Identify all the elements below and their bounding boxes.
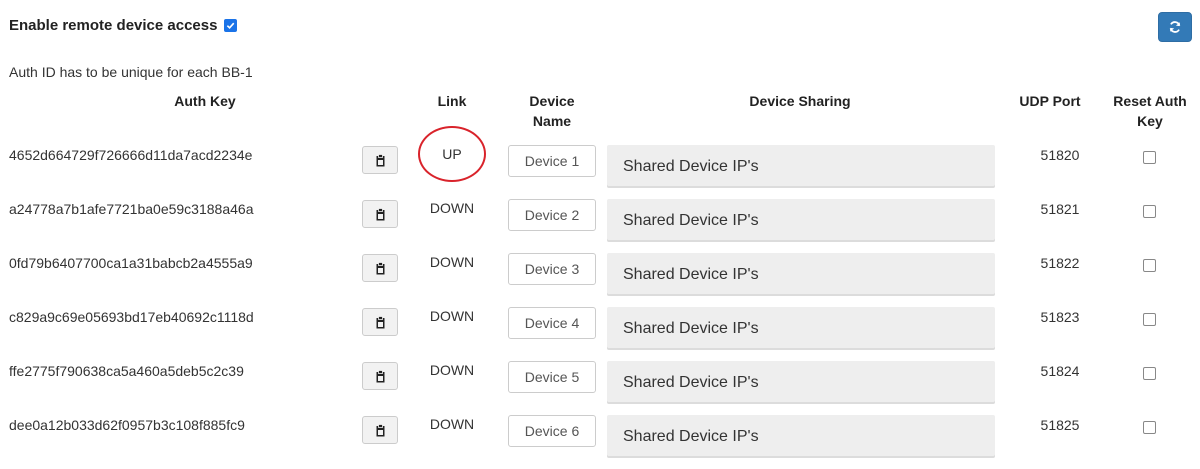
reset-auth-key-checkbox[interactable] <box>1143 205 1156 218</box>
enable-remote-access-checkbox[interactable] <box>224 19 238 32</box>
header-device-name-line2: Name <box>532 113 572 129</box>
auth-key-value: c829a9c69e05693bd17eb40692c1118d <box>9 309 254 325</box>
link-status: DOWN <box>429 416 475 432</box>
udp-port-value: 51822 <box>1040 255 1080 271</box>
link-status: DOWN <box>429 200 475 216</box>
header-udp-port: UDP Port <box>1019 93 1081 109</box>
header-reset-auth-key: Reset Auth Key <box>1100 91 1200 131</box>
refresh-button[interactable] <box>1158 12 1192 42</box>
udp-port-value: 51821 <box>1040 201 1080 217</box>
auth-key-value: dee0a12b033d62f0957b3c108f885fc9 <box>9 417 245 433</box>
device-name-input[interactable] <box>508 415 596 447</box>
copy-key-button[interactable] <box>362 362 398 390</box>
reset-auth-key-checkbox[interactable] <box>1143 421 1156 434</box>
reset-auth-key-checkbox[interactable] <box>1143 313 1156 326</box>
clipboard-icon <box>376 315 384 328</box>
device-name-input[interactable] <box>508 307 596 339</box>
link-status: DOWN <box>429 308 475 324</box>
clipboard-icon <box>376 423 384 436</box>
device-name-input[interactable] <box>508 199 596 231</box>
copy-key-button[interactable] <box>362 200 398 228</box>
auth-key-value: 4652d664729f726666d11da7acd2234e <box>9 147 253 163</box>
copy-key-button[interactable] <box>362 308 398 336</box>
reset-auth-key-checkbox[interactable] <box>1143 367 1156 380</box>
highlight-circle <box>418 126 486 182</box>
header-reset-auth-key-line1: Reset Auth <box>1113 93 1187 109</box>
device-sharing-select[interactable]: Shared Device IP's <box>607 199 995 242</box>
auth-key-value: ffe2775f790638ca5a460a5deb5c2c39 <box>9 363 244 379</box>
copy-key-button[interactable] <box>362 146 398 174</box>
refresh-icon <box>1169 21 1181 33</box>
clipboard-icon <box>376 153 384 166</box>
copy-key-button[interactable] <box>362 254 398 282</box>
header-reset-auth-key-line2: Key <box>1137 113 1163 129</box>
device-sharing-select[interactable]: Shared Device IP's <box>607 415 995 458</box>
clipboard-icon <box>376 261 384 274</box>
udp-port-value: 51825 <box>1040 417 1080 433</box>
device-sharing-select[interactable]: Shared Device IP's <box>607 307 995 350</box>
link-status: DOWN <box>429 362 475 378</box>
table-row: ffe2775f790638ca5a460a5deb5c2c39 DOWN Sh… <box>0 361 1200 412</box>
header-device-name-line1: Device <box>529 93 575 109</box>
table-row: dee0a12b033d62f0957b3c108f885fc9 DOWN Sh… <box>0 415 1200 466</box>
device-sharing-select[interactable]: Shared Device IP's <box>607 361 995 404</box>
table-row: c829a9c69e05693bd17eb40692c1118d DOWN Sh… <box>0 307 1200 358</box>
udp-port-value: 51824 <box>1040 363 1080 379</box>
header-device-sharing: Device Sharing <box>749 93 851 109</box>
device-name-input[interactable] <box>508 145 596 177</box>
header-device-name: Device Name <box>505 91 599 131</box>
check-icon <box>227 22 235 30</box>
auth-key-value: a24778a7b1afe7721ba0e59c3188a46a <box>9 201 254 217</box>
enable-remote-access-label: Enable remote device access <box>9 17 218 34</box>
auth-id-note: Auth ID has to be unique for each BB-1 <box>9 64 253 80</box>
header-link: Link <box>437 93 467 109</box>
table-row: 0fd79b6407700ca1a31babcb2a4555a9 DOWN Sh… <box>0 253 1200 304</box>
copy-key-button[interactable] <box>362 416 398 444</box>
table-row: a24778a7b1afe7721ba0e59c3188a46a DOWN Sh… <box>0 199 1200 250</box>
device-name-input[interactable] <box>508 253 596 285</box>
udp-port-value: 51820 <box>1040 147 1080 163</box>
device-name-input[interactable] <box>508 361 596 393</box>
clipboard-icon <box>376 369 384 382</box>
header-auth-key: Auth Key <box>174 93 236 109</box>
reset-auth-key-checkbox[interactable] <box>1143 151 1156 164</box>
link-status: DOWN <box>429 254 475 270</box>
table-row: 4652d664729f726666d11da7acd2234e UP Shar… <box>0 145 1200 196</box>
device-sharing-select[interactable]: Shared Device IP's <box>607 145 995 188</box>
reset-auth-key-checkbox[interactable] <box>1143 259 1156 272</box>
clipboard-icon <box>376 207 384 220</box>
enable-remote-access: Enable remote device access <box>9 17 238 34</box>
device-sharing-select[interactable]: Shared Device IP's <box>607 253 995 296</box>
udp-port-value: 51823 <box>1040 309 1080 325</box>
auth-key-value: 0fd79b6407700ca1a31babcb2a4555a9 <box>9 255 253 271</box>
